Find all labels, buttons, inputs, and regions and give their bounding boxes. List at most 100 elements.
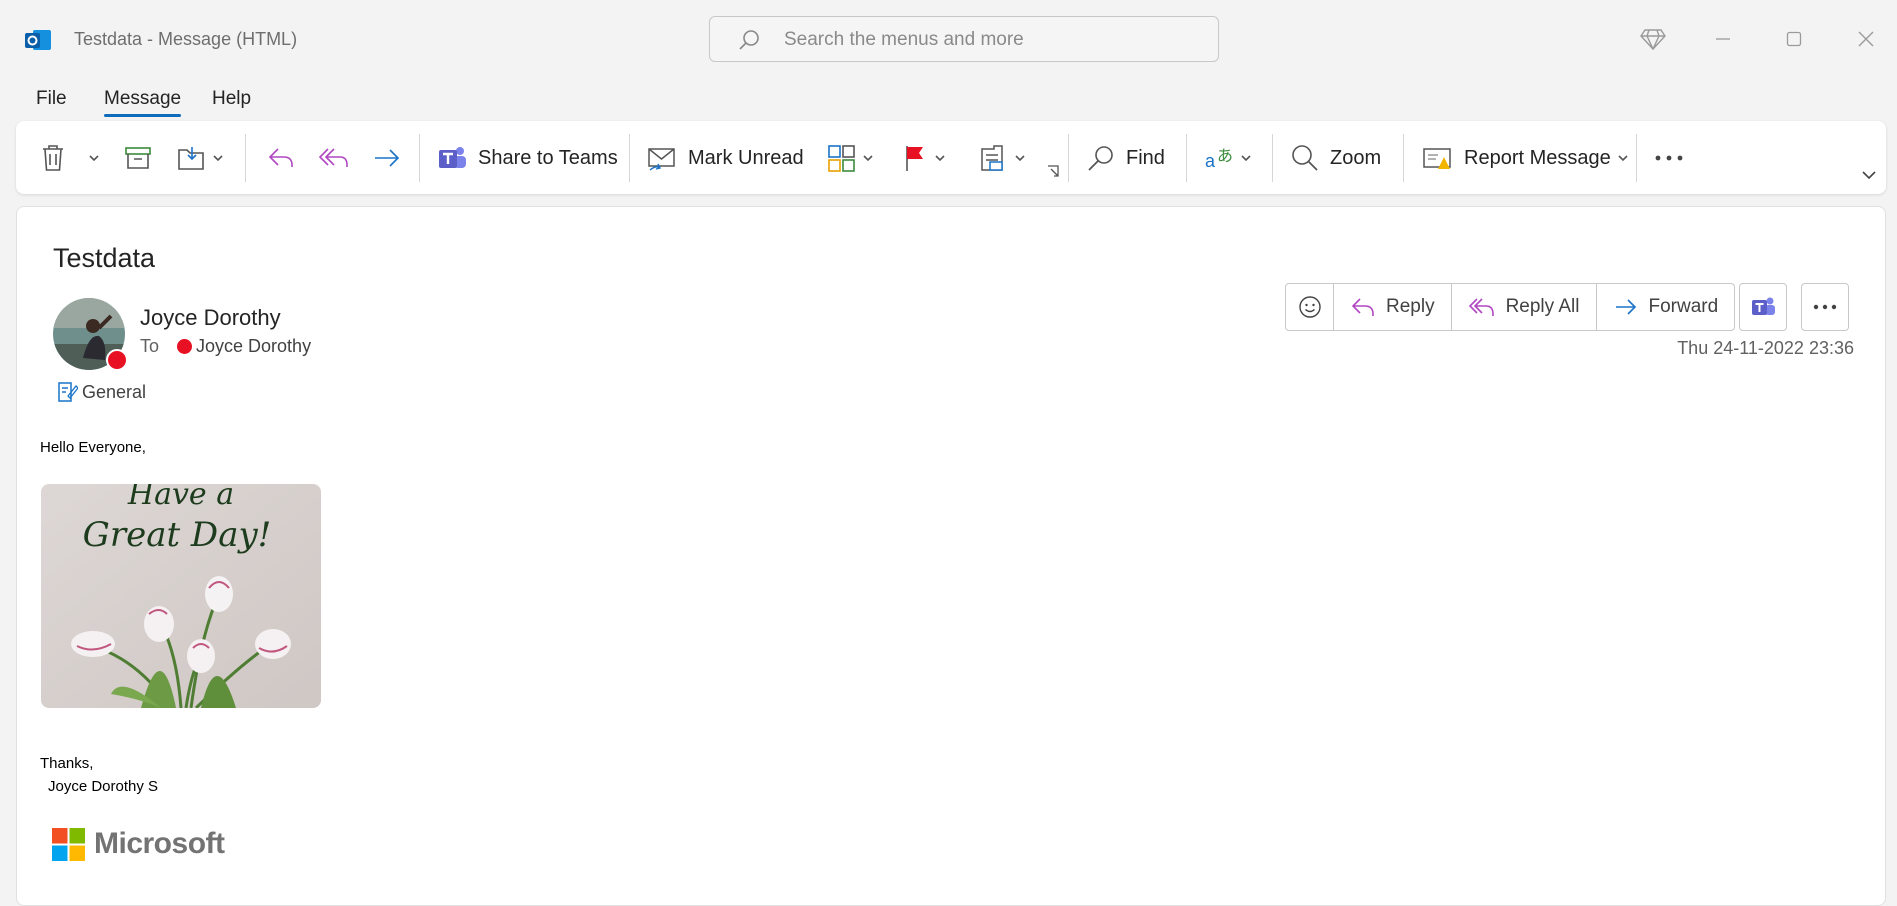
chevron-down-icon [935, 155, 945, 162]
forward-label: Forward [1648, 296, 1719, 317]
ribbon-divider [1068, 134, 1069, 182]
ellipsis-icon [1813, 304, 1837, 310]
move-button[interactable] [176, 139, 224, 177]
ribbon-forward-button[interactable] [372, 139, 402, 177]
microsoft-logo-text: Microsoft [94, 827, 225, 860]
report-message-button[interactable]: Report Message [1422, 139, 1629, 177]
dialog-launcher-icon [1048, 165, 1059, 177]
find-label: Find [1126, 146, 1165, 169]
mark-unread-button[interactable]: Mark Unread [646, 139, 804, 177]
forward-icon [1615, 299, 1636, 315]
title-bar: Testdata - Message (HTML) [0, 0, 1897, 80]
search-input[interactable] [782, 25, 1206, 55]
ribbon-divider [1403, 134, 1404, 182]
ribbon-divider [1186, 134, 1187, 182]
recipient-name[interactable]: Joyce Dorothy [196, 336, 311, 357]
message-actions: Reply Reply All Forward [1285, 283, 1736, 331]
message-more-options-button[interactable] [1801, 283, 1849, 331]
ribbon-divider [1272, 134, 1273, 182]
window-title: Testdata - Message (HTML) [74, 29, 298, 49]
categorize-button[interactable] [826, 139, 874, 177]
delete-button[interactable] [40, 139, 66, 177]
chevron-down-icon [1241, 155, 1251, 162]
reply-button[interactable]: Reply [1333, 283, 1452, 331]
reply-all-label: Reply All [1505, 296, 1580, 317]
tags-icon [981, 145, 1003, 171]
reply-icon [1351, 298, 1374, 316]
sensitivity-label[interactable]: General [56, 380, 146, 404]
more-options-button[interactable] [1654, 139, 1684, 177]
menu-message[interactable]: Message [104, 88, 182, 117]
presence-busy-indicator [106, 349, 128, 371]
zoom-button[interactable]: Zoom [1290, 139, 1381, 177]
translate-button[interactable]: a あ [1204, 139, 1252, 177]
to-label: To [140, 336, 160, 356]
archive-button[interactable] [124, 139, 152, 177]
svg-text:あ: あ [1217, 146, 1233, 165]
translate-icon: a あ [1205, 146, 1233, 171]
trash-icon [43, 145, 63, 171]
microsoft-logo-icon [52, 827, 85, 861]
svg-text:a: a [1205, 151, 1216, 171]
search-icon [739, 30, 759, 50]
ribbon-toolbar: Share to Teams Mark Unread Find a あ Zoom… [16, 121, 1886, 194]
tulips-picture: Have a Great Day! [41, 484, 321, 708]
teams-icon [439, 147, 466, 168]
sensitivity-label-icon [58, 382, 78, 402]
reading-pane: Testdata Joyce Dorothy To Joyce Dorothy … [16, 206, 1886, 906]
greeting-card-image: Have a Great Day! [41, 484, 321, 708]
chevron-down-icon [1862, 171, 1876, 180]
chevron-down-icon [1618, 155, 1628, 162]
forward-icon [375, 149, 400, 167]
chevron-down-icon [89, 155, 99, 162]
reply-icon [268, 148, 293, 167]
minimize-button[interactable] [1706, 22, 1740, 56]
image-caption-line2: Great Day! [83, 515, 272, 555]
mark-unread-label: Mark Unread [688, 146, 804, 169]
ellipsis-icon [1655, 155, 1683, 161]
find-button[interactable]: Find [1086, 139, 1165, 177]
share-to-teams-quick-button[interactable] [1739, 283, 1787, 331]
forward-button[interactable]: Forward [1595, 283, 1736, 331]
menu-help[interactable]: Help [212, 88, 251, 110]
ribbon-reply-all-button[interactable] [318, 139, 350, 177]
follow-up-flag-button[interactable] [902, 139, 946, 177]
greeting-text: Hello Everyone, [40, 439, 146, 456]
expand-ribbon-button[interactable] [1861, 165, 1877, 185]
more-tags-button[interactable] [978, 139, 1026, 177]
recipient-line: To Joyce Dorothy [140, 336, 311, 357]
report-message-label: Report Message [1464, 146, 1611, 169]
flag-icon [906, 146, 923, 171]
ribbon-divider [245, 134, 246, 182]
ribbon-reply-button[interactable] [266, 139, 296, 177]
move-to-folder-icon [178, 147, 204, 170]
outlook-app-icon [25, 28, 53, 52]
categorize-icon [828, 145, 855, 172]
image-caption-line1: Have a [127, 484, 234, 512]
teams-icon [1752, 297, 1775, 315]
premium-diamond-icon[interactable] [1636, 22, 1670, 56]
reply-all-icon [318, 148, 348, 167]
delete-dropdown-button[interactable] [88, 139, 100, 177]
message-subject: Testdata [53, 243, 156, 273]
reply-label: Reply [1386, 296, 1435, 317]
menu-file[interactable]: File [36, 88, 67, 110]
ribbon-divider [1636, 134, 1637, 182]
microsoft-logo: Microsoft [52, 827, 225, 861]
signature-name: Joyce Dorothy S [48, 778, 159, 795]
ribbon-divider [629, 134, 630, 182]
closing-text: Thanks, [40, 755, 94, 772]
react-button[interactable] [1285, 283, 1334, 331]
tags-dialog-launcher[interactable] [1046, 161, 1060, 181]
chevron-down-icon [1015, 155, 1025, 162]
sender-name[interactable]: Joyce Dorothy [140, 305, 281, 331]
reply-all-button[interactable]: Reply All [1450, 283, 1597, 331]
archive-icon [125, 147, 151, 169]
search-box[interactable] [709, 16, 1219, 62]
smiley-icon [1298, 296, 1321, 318]
share-to-teams-button[interactable]: Share to Teams [436, 139, 618, 177]
maximize-button[interactable] [1777, 22, 1811, 56]
chevron-down-icon [863, 155, 873, 162]
share-to-teams-label: Share to Teams [478, 146, 618, 169]
close-button[interactable] [1849, 22, 1883, 56]
